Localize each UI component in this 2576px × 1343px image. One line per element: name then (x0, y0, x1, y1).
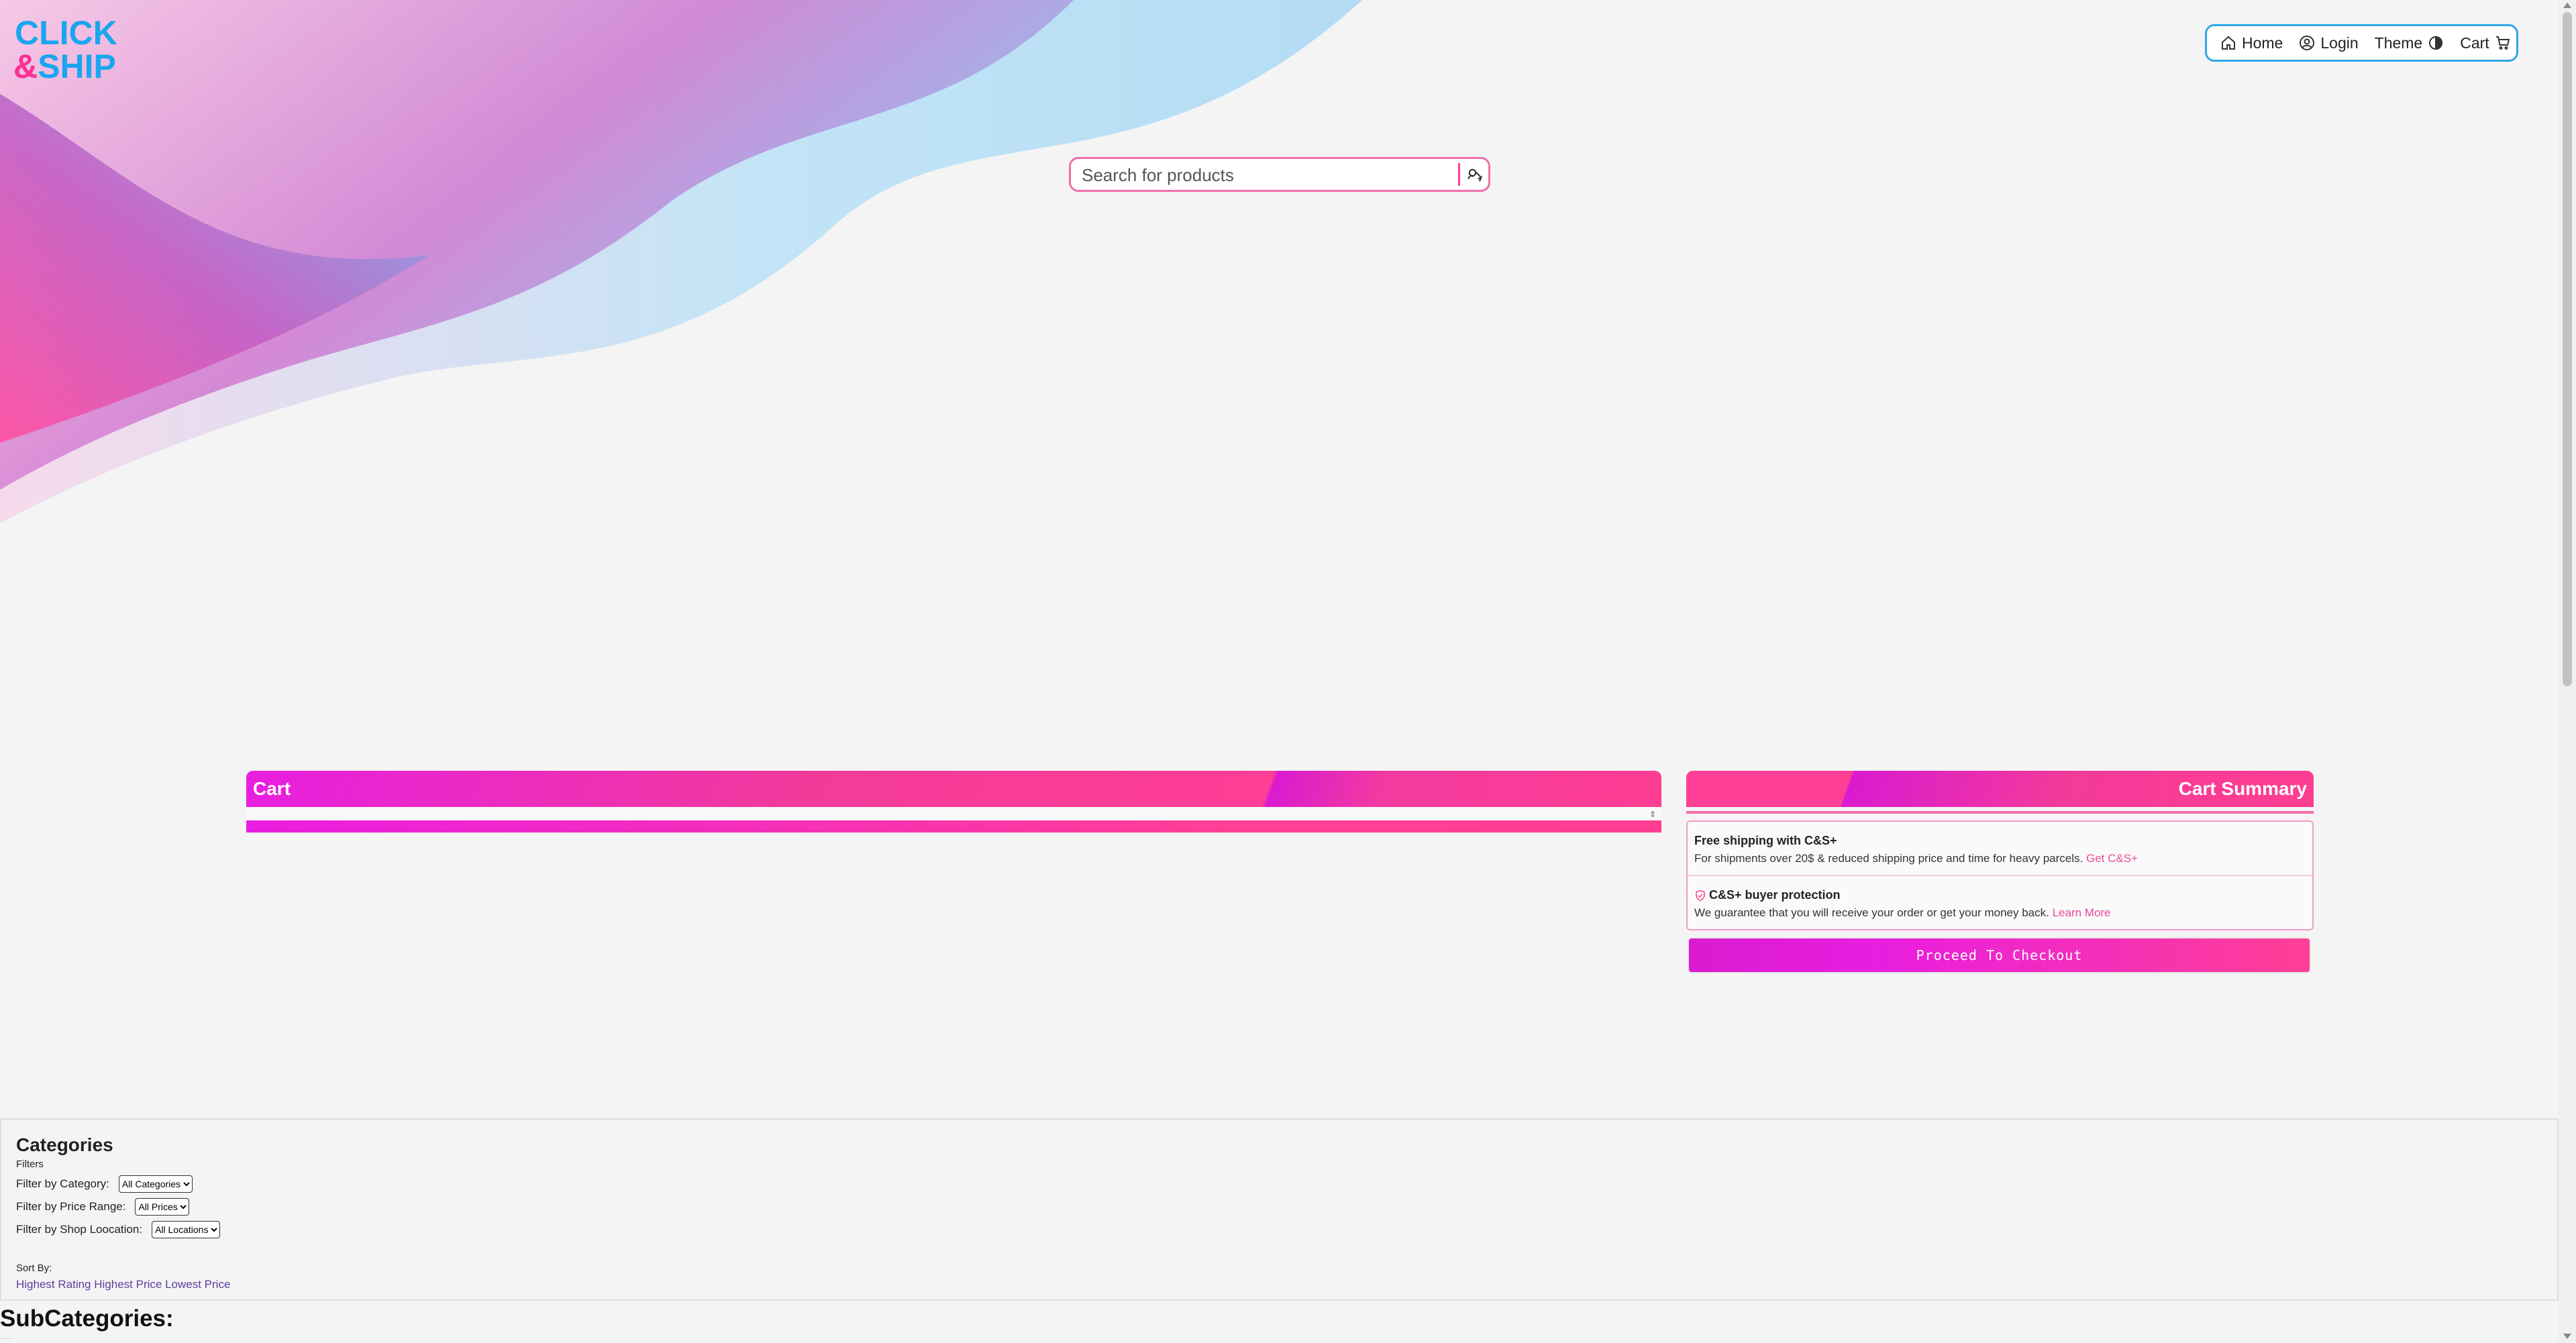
sort-highest-price[interactable]: Highest Price (94, 1278, 162, 1291)
perk-text: For shipments over 20$ & reduced shippin… (1694, 852, 2306, 865)
price-filter-select[interactable]: All Prices (135, 1198, 190, 1216)
cart-summary-title: Cart Summary (2178, 778, 2307, 799)
sort-highest-rating[interactable]: Highest Rating (16, 1278, 91, 1291)
cart-summary-header: Cart Summary (1686, 771, 2314, 807)
perk-description: For shipments over 20$ & reduced shippin… (1694, 852, 2083, 865)
background-waves (0, 0, 1362, 523)
nav-login[interactable]: Login (2291, 26, 2366, 60)
search-bar (1069, 157, 1490, 192)
cart-items-list[interactable]: ⇕ (246, 807, 1661, 820)
perk-title: Free shipping with C&S+ (1694, 834, 1837, 847)
shopping-cart-icon (2495, 36, 2510, 50)
scroll-up-arrow[interactable] (2563, 3, 2571, 8)
search-divider (1458, 163, 1460, 186)
click-and-ship-logo[interactable]: CLICK &SHIP & (13, 14, 138, 85)
search-input[interactable] (1080, 159, 1459, 191)
sort-label: Sort By: (16, 1263, 52, 1274)
search-submit-icon[interactable] (1465, 166, 1484, 184)
page-scrollbar[interactable] (2559, 0, 2576, 1343)
nav-cart-label: Cart (2460, 34, 2489, 52)
nav-home[interactable]: Home (2212, 26, 2291, 60)
price-filter-row: Filter by Price Range: All Prices (16, 1198, 2542, 1216)
learn-more-link[interactable]: Learn More (2053, 906, 2111, 919)
cart-header: Cart (246, 771, 1661, 807)
category-filter-label: Filter by Category: (16, 1177, 109, 1190)
user-icon (2300, 36, 2315, 50)
nav-theme-label: Theme (2374, 34, 2423, 52)
cart-summary-panel: Cart Summary Free shipping with C&S+ For… (1686, 771, 2314, 973)
nav-theme-toggle[interactable]: Theme (2367, 26, 2453, 60)
category-filter-row: Filter by Category: All Categories (16, 1175, 2542, 1193)
perk-text: We guarantee that you will receive your … (1694, 906, 2306, 920)
nav-home-label: Home (2242, 34, 2283, 52)
filters-subtitle: Filters (16, 1159, 44, 1170)
cart-panel: Cart ⇕ (246, 771, 1661, 832)
proceed-to-checkout-button[interactable]: Proceed To Checkout (1688, 937, 2311, 973)
cart-footer (246, 820, 1661, 832)
scrollbar-thumb[interactable] (2563, 12, 2572, 686)
location-filter-row: Filter by Shop Loocation: All Locations (16, 1221, 2542, 1238)
perk-description: We guarantee that you will receive your … (1694, 906, 2049, 919)
cart-title: Cart (253, 778, 291, 799)
scroll-down-arrow[interactable] (2563, 1334, 2571, 1339)
categories-title: Categories (16, 1134, 113, 1155)
filters-panel: Categories Filters Filter by Category: A… (0, 1118, 2559, 1301)
logo-line-1: CLICK (15, 15, 117, 52)
nav-login-label: Login (2320, 34, 2359, 52)
location-filter-label: Filter by Shop Loocation: (16, 1223, 143, 1236)
nav-cart[interactable]: Cart (2452, 26, 2518, 60)
subcategories-heading: SubCategories: (0, 1305, 174, 1332)
free-shipping-perk: Free shipping with C&S+ For shipments ov… (1688, 822, 2312, 875)
category-filter-select[interactable]: All Categories (118, 1175, 193, 1193)
sort-options: Highest Rating Highest Price Lowest Pric… (16, 1278, 2542, 1291)
svg-text:&: & (13, 48, 38, 82)
price-filter-label: Filter by Price Range: (16, 1200, 126, 1213)
buyer-protection-perk: C&S+ buyer protection We guarantee that … (1688, 875, 2312, 929)
perks-box: Free shipping with C&S+ For shipments ov… (1686, 820, 2314, 930)
get-cs-plus-link[interactable]: Get C&S+ (2086, 852, 2138, 865)
subcategories-overflow: ······ (0, 1335, 13, 1342)
perk-title-row: C&S+ buyer protection (1694, 888, 2306, 902)
shield-check-icon (1696, 890, 1705, 901)
location-filter-select[interactable]: All Locations (152, 1221, 221, 1238)
perk-title: C&S+ buyer protection (1709, 888, 1841, 902)
sort-lowest-price[interactable]: Lowest Price (165, 1278, 230, 1291)
cart-scroll-icon[interactable]: ⇕ (1649, 810, 1656, 819)
home-icon (2222, 36, 2235, 50)
top-nav: Home Login Theme Cart (2205, 24, 2518, 62)
summary-divider (1686, 811, 2314, 814)
theme-toggle-icon (2429, 36, 2443, 50)
